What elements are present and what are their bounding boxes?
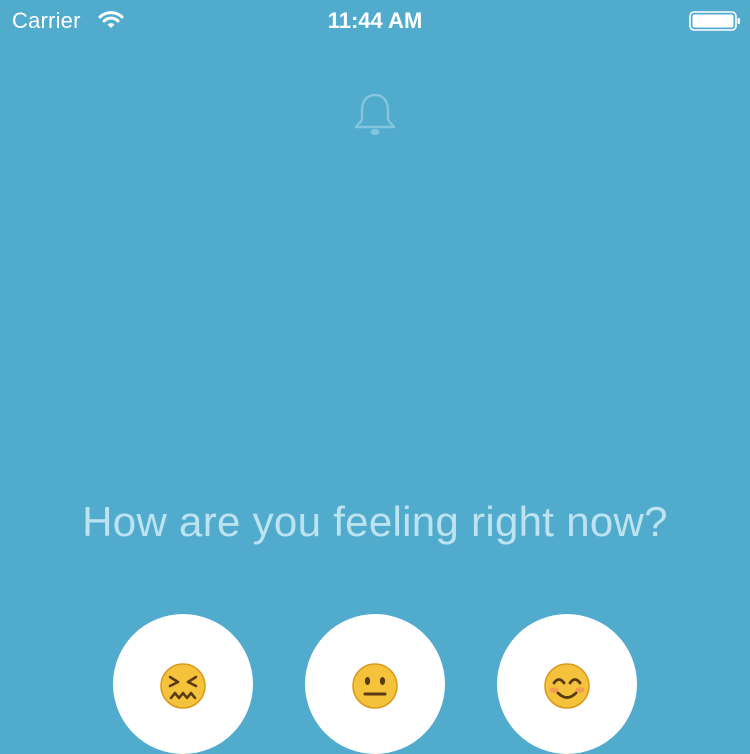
bell-icon[interactable] bbox=[352, 92, 398, 138]
smiling-face-icon bbox=[544, 663, 590, 709]
mood-question: How are you feeling right now? bbox=[82, 498, 668, 545]
battery-icon bbox=[689, 11, 740, 31]
confounded-face-icon bbox=[160, 663, 206, 709]
status-bar: Carrier 11:44 AM bbox=[0, 0, 750, 40]
mood-happy-button[interactable] bbox=[497, 614, 637, 754]
mood-upset-button[interactable] bbox=[113, 614, 253, 754]
neutral-face-icon bbox=[352, 663, 398, 709]
clock: 11:44 AM bbox=[327, 8, 423, 33]
mood-neutral-button[interactable] bbox=[305, 614, 445, 754]
